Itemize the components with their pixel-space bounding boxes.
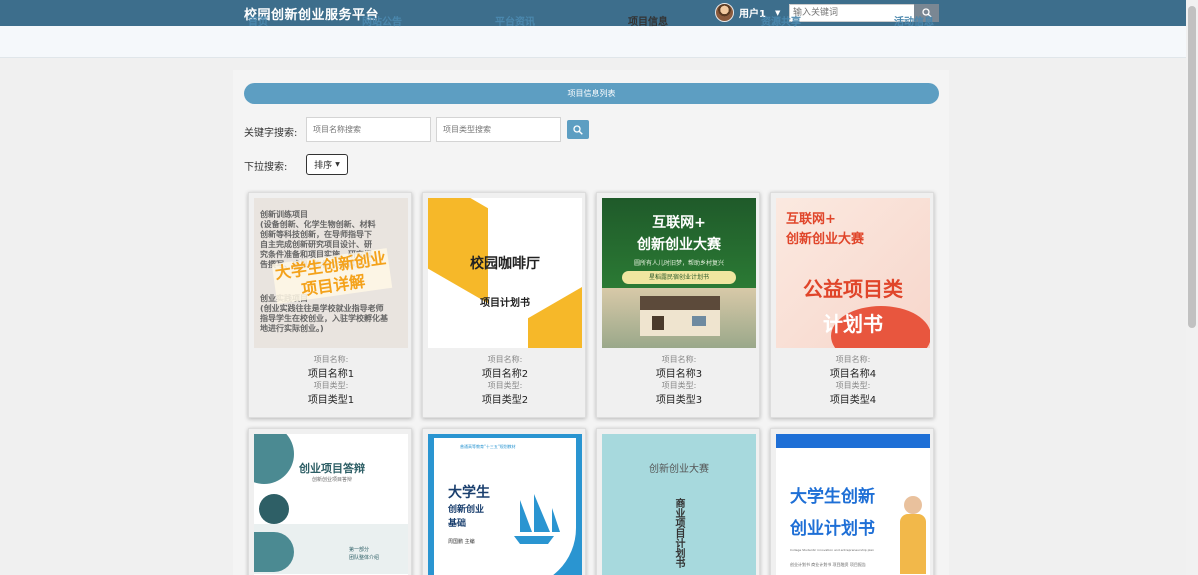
nav-resources[interactable]: 资源共享 bbox=[761, 13, 801, 28]
project-card[interactable]: 创业项目答辩 创新创业项目答辩 第一部分 团队整体介绍 bbox=[248, 428, 412, 575]
project-card[interactable]: 互联网+ 创新创业大赛 公益项目类 计划书 项目名称: 项目名称4 项目类型: … bbox=[770, 192, 934, 418]
nav-projects[interactable]: 项目信息 bbox=[628, 13, 668, 28]
keyword-search-label: 关键字搜索: bbox=[244, 128, 298, 139]
main-nav bbox=[0, 26, 1198, 58]
project-cover-image: 普通高等教育"十三五"规划教材 大学生 创新创业 基础 周国鹏 主编 bbox=[428, 434, 582, 575]
project-card[interactable]: 互联网+ 创新创业大赛 圆所有人儿时旧梦，帮助乡村复兴 星稻露民宿创业计划书 项… bbox=[596, 192, 760, 418]
project-cover-image: 互联网+ 创新创业大赛 公益项目类 计划书 bbox=[776, 198, 930, 348]
chevron-down-icon: ▼ bbox=[335, 161, 340, 168]
project-name: 项目名称3 bbox=[655, 369, 703, 380]
avatar bbox=[715, 3, 734, 22]
project-name-key: 项目名称: bbox=[487, 355, 523, 364]
nav-events[interactable]: 活动信息 bbox=[894, 13, 934, 28]
project-card[interactable]: 校园咖啡厅 项目计划书 项目名称: 项目名称2 项目类型: 项目类型2 bbox=[422, 192, 586, 418]
scrollbar-thumb[interactable] bbox=[1188, 6, 1196, 328]
nav-announcements[interactable]: 网站公告 bbox=[362, 13, 402, 28]
sort-label: 排序 bbox=[314, 161, 333, 171]
top-bar bbox=[0, 0, 1198, 26]
project-cover-image: 创业项目答辩 创新创业项目答辩 第一部分 团队整体介绍 bbox=[254, 434, 408, 575]
project-type-key: 项目类型: bbox=[835, 381, 871, 390]
project-type: 项目类型1 bbox=[307, 395, 355, 406]
project-card[interactable]: 普通高等教育"十三五"规划教材 大学生 创新创业 基础 周国鹏 主编 bbox=[422, 428, 586, 575]
project-type: 项目类型4 bbox=[829, 395, 877, 406]
project-card[interactable]: 创新训练项目 (设备创新、化学生物创新、材料 创新等科技创新，在导师指导下 自主… bbox=[248, 192, 412, 418]
project-name: 项目名称4 bbox=[829, 369, 877, 380]
project-name: 项目名称1 bbox=[307, 369, 355, 380]
project-cover-image: 互联网+ 创新创业大赛 圆所有人儿时旧梦，帮助乡村复兴 星稻露民宿创业计划书 bbox=[602, 198, 756, 348]
project-cover-image: 创新训练项目 (设备创新、化学生物创新、材料 创新等科技创新，在导师指导下 自主… bbox=[254, 198, 408, 348]
sort-dropdown[interactable]: 排序 ▼ bbox=[306, 154, 348, 175]
project-card[interactable]: 大学生创新 创业计划书 College Students' innovation… bbox=[770, 428, 934, 575]
project-type-key: 项目类型: bbox=[313, 381, 349, 390]
list-title-banner: 项目信息列表 bbox=[244, 83, 939, 104]
project-cover-image: 校园咖啡厅 项目计划书 bbox=[428, 198, 582, 348]
project-name-key: 项目名称: bbox=[661, 355, 697, 364]
project-name-key: 项目名称: bbox=[313, 355, 349, 364]
project-type: 项目类型2 bbox=[481, 395, 529, 406]
project-name-search-input[interactable] bbox=[306, 117, 431, 142]
project-cover-image: 创新创业大赛 商业项目计划书 bbox=[602, 434, 756, 575]
nav-home[interactable]: 首页 bbox=[248, 13, 268, 28]
project-name-key: 项目名称: bbox=[835, 355, 871, 364]
project-type-key: 项目类型: bbox=[487, 381, 523, 390]
search-icon bbox=[573, 124, 583, 135]
sailboat-icon bbox=[514, 494, 560, 544]
project-type-search-input[interactable] bbox=[436, 117, 561, 142]
project-card[interactable]: 创新创业大赛 商业项目计划书 bbox=[596, 428, 760, 575]
project-type: 项目类型3 bbox=[655, 395, 703, 406]
project-name: 项目名称2 bbox=[481, 369, 529, 380]
nav-news[interactable]: 平台资讯 bbox=[495, 13, 535, 28]
search-button[interactable] bbox=[567, 120, 589, 139]
project-cover-image: 大学生创新 创业计划书 College Students' innovation… bbox=[776, 434, 930, 575]
dropdown-search-label: 下拉搜索: bbox=[244, 162, 288, 173]
project-type-key: 项目类型: bbox=[661, 381, 697, 390]
